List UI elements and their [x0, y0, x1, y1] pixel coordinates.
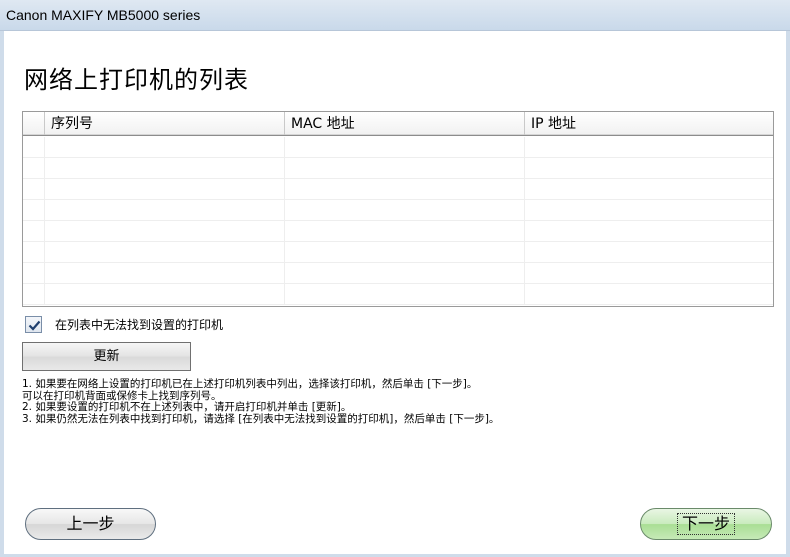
table-cell — [524, 200, 773, 221]
table-cell — [23, 200, 44, 221]
window-frame-right — [786, 31, 790, 557]
table-header: 序列号 MAC 地址 IP 地址 — [23, 112, 773, 136]
table-row[interactable] — [23, 242, 773, 263]
table-cell — [284, 284, 524, 305]
table-cell — [23, 242, 44, 263]
check-icon — [28, 320, 41, 331]
table-row[interactable] — [23, 284, 773, 305]
table-cell — [23, 158, 44, 179]
table-cell — [524, 242, 773, 263]
table-cell — [284, 263, 524, 284]
instruction-line-3: 2. 如果要设置的打印机不在上述列表中，请开启打印机并单击 [更新]。 — [22, 401, 352, 413]
table-cell — [524, 263, 773, 284]
table-row[interactable] — [23, 179, 773, 200]
refresh-button[interactable]: 更新 — [22, 342, 191, 371]
table-cell — [524, 221, 773, 242]
title-bar: Canon MAXIFY MB5000 series — [0, 0, 790, 31]
column-header-ip-address[interactable]: IP 地址 — [524, 112, 773, 135]
table-cell — [284, 179, 524, 200]
instruction-line-1: 1. 如果要在网络上设置的打印机已在上述打印机列表中列出，选择该打印机，然后单击… — [22, 378, 478, 390]
table-cell — [23, 263, 44, 284]
instruction-line-4: 3. 如果仍然无法在列表中找到打印机，请选择 [在列表中无法找到设置的打印机]，… — [22, 412, 500, 425]
not-found-checkbox[interactable] — [25, 315, 42, 333]
table-cell — [44, 137, 284, 158]
table-cell — [23, 137, 44, 158]
table-cell — [44, 263, 284, 284]
table-cell — [524, 284, 773, 305]
table-cell — [284, 137, 524, 158]
page-title: 网络上打印机的列表 — [24, 66, 249, 94]
table-row[interactable] — [23, 221, 773, 242]
not-found-checkbox-label[interactable]: 在列表中无法找到设置的打印机 — [55, 316, 223, 333]
table-cell — [23, 221, 44, 242]
window-title: Canon MAXIFY MB5000 series — [6, 7, 201, 23]
table-row[interactable] — [23, 263, 773, 284]
table-cell — [44, 179, 284, 200]
table-row[interactable] — [23, 158, 773, 179]
window-frame-left — [0, 31, 4, 557]
back-button[interactable]: 上一步 — [25, 508, 156, 540]
table-cell — [23, 179, 44, 200]
instructions: 1. 如果要在网络上设置的打印机已在上述打印机列表中列出，选择该打印机，然后单击… — [22, 378, 772, 425]
table-cell — [44, 284, 284, 305]
table-cell — [44, 158, 284, 179]
table-cell — [44, 200, 284, 221]
column-header-select[interactable] — [23, 112, 44, 135]
column-header-mac-address[interactable]: MAC 地址 — [284, 112, 524, 135]
next-button-label: 下一步 — [676, 513, 735, 535]
not-found-option[interactable]: 在列表中无法找到设置的打印机 — [25, 315, 223, 333]
table-cell — [284, 242, 524, 263]
table-cell — [284, 158, 524, 179]
table-cell — [23, 284, 44, 305]
next-button[interactable]: 下一步 — [640, 508, 772, 540]
column-header-serial-number[interactable]: 序列号 — [44, 112, 284, 135]
table-row[interactable] — [23, 137, 773, 158]
printer-list-table[interactable]: 序列号 MAC 地址 IP 地址 — [22, 111, 774, 307]
table-row[interactable] — [23, 200, 773, 221]
table-cell — [284, 221, 524, 242]
table-cell — [44, 221, 284, 242]
table-cell — [284, 200, 524, 221]
table-cell — [524, 179, 773, 200]
table-cell — [44, 242, 284, 263]
table-cell — [524, 158, 773, 179]
table-cell — [524, 137, 773, 158]
